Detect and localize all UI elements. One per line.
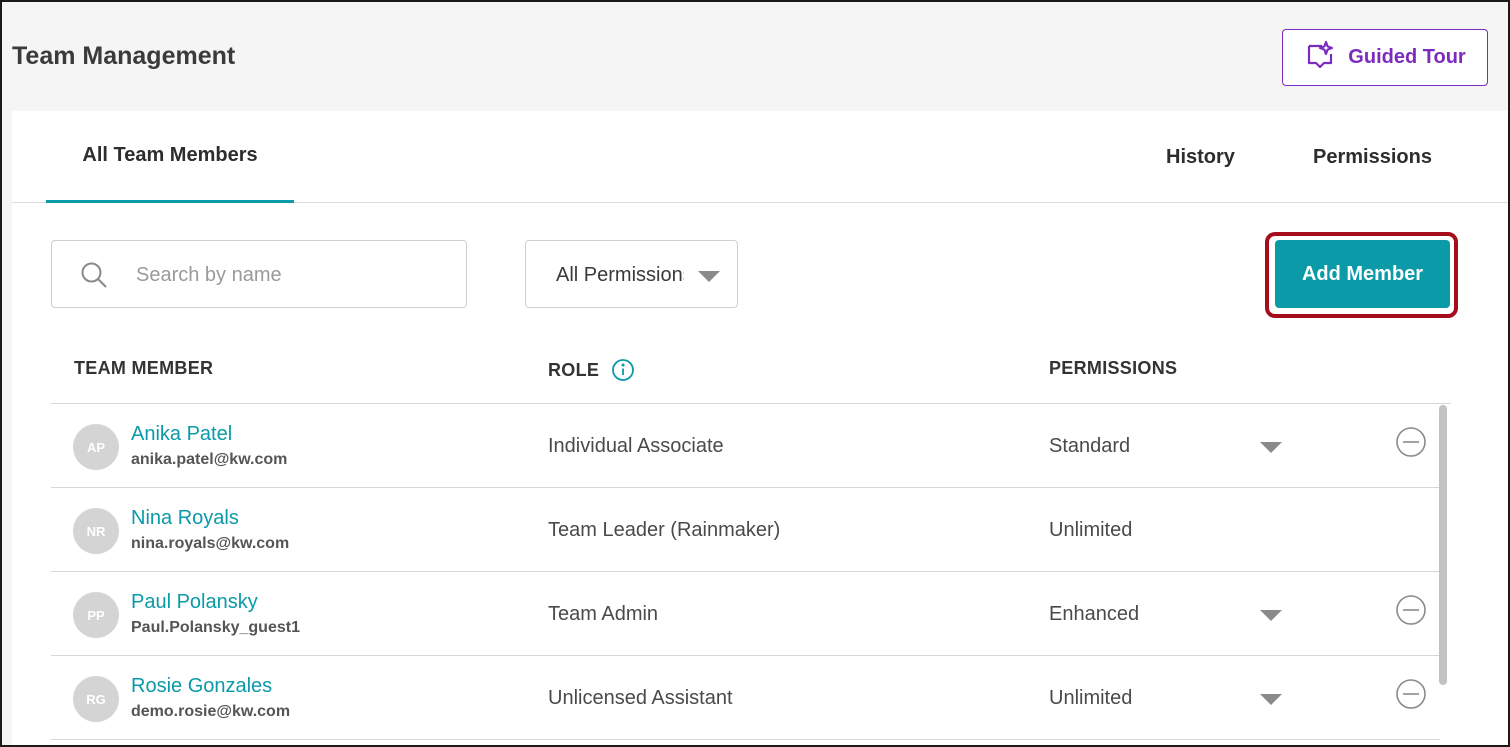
member-name-link[interactable]: Anika Patel: [131, 423, 232, 446]
sparkle-chat-icon: [1304, 39, 1336, 77]
member-permission[interactable]: Unlimited: [1049, 687, 1132, 710]
add-member-button[interactable]: Add Member: [1275, 240, 1450, 308]
member-role: Unlicensed Assistant: [548, 687, 733, 709]
avatar: NR: [73, 508, 119, 554]
table-row: AP Anika Patel anika.patel@kw.com Indivi…: [51, 404, 1440, 488]
member-name-link[interactable]: Rosie Gonzales: [131, 675, 272, 698]
column-header-role-label: ROLE: [548, 359, 600, 380]
chevron-down-icon[interactable]: [1260, 610, 1282, 621]
avatar: PP: [73, 592, 119, 638]
main-panel: All Team Members History Permissions All…: [12, 111, 1508, 745]
search-icon: [81, 262, 107, 288]
member-permission: Unlimited: [1049, 519, 1133, 541]
tab-bar: All Team Members History Permissions: [12, 111, 1508, 203]
table-row: PP Paul Polansky Paul.Polansky_guest1 Te…: [51, 572, 1440, 656]
guided-tour-button[interactable]: Guided Tour: [1282, 29, 1488, 86]
member-permission[interactable]: Enhanced: [1049, 603, 1139, 626]
permission-filter-dropdown[interactable]: All Permissions: [525, 240, 738, 308]
chevron-down-icon: [698, 271, 720, 282]
member-permission[interactable]: Standard: [1049, 435, 1130, 458]
table-scrollbar[interactable]: [1439, 405, 1447, 685]
tab-permissions[interactable]: Permissions: [1313, 111, 1432, 203]
column-header-permissions: PERMISSIONS: [1049, 358, 1178, 378]
page-title: Team Management: [12, 42, 236, 70]
remove-circle-icon[interactable]: [1395, 426, 1427, 458]
table-row: RG Rosie Gonzales demo.rosie@kw.com Unli…: [51, 656, 1440, 740]
column-header-role: ROLE: [548, 358, 635, 382]
guided-tour-label: Guided Tour: [1348, 46, 1466, 68]
table-row: NR Nina Royals nina.royals@kw.com Team L…: [51, 488, 1440, 572]
member-email: anika.patel@kw.com: [131, 451, 288, 468]
member-email: demo.rosie@kw.com: [131, 703, 291, 720]
member-role: Team Leader (Rainmaker): [548, 519, 781, 541]
member-name-link[interactable]: Paul Polansky: [131, 591, 258, 614]
app-window: Team Management Guided Tour All Team Mem…: [0, 0, 1510, 747]
remove-circle-icon[interactable]: [1395, 678, 1427, 710]
chevron-down-icon[interactable]: [1260, 694, 1282, 705]
info-icon[interactable]: [611, 358, 635, 382]
member-role: Team Admin: [548, 603, 659, 625]
search-box: [51, 240, 467, 308]
chevron-down-icon[interactable]: [1260, 442, 1282, 453]
member-name-link[interactable]: Nina Royals: [131, 507, 239, 530]
tab-history[interactable]: History: [1166, 111, 1235, 203]
search-input[interactable]: [136, 259, 436, 291]
remove-circle-icon[interactable]: [1395, 594, 1427, 626]
member-email: Paul.Polansky_guest1: [131, 619, 300, 636]
member-email: nina.royals@kw.com: [131, 535, 290, 552]
avatar: RG: [73, 676, 119, 722]
tab-all-team-members[interactable]: All Team Members: [46, 111, 294, 203]
member-role: Individual Associate: [548, 435, 724, 457]
permission-filter-value: All Permissions: [556, 264, 684, 286]
column-header-team-member: TEAM MEMBER: [74, 358, 214, 378]
avatar: AP: [73, 424, 119, 470]
